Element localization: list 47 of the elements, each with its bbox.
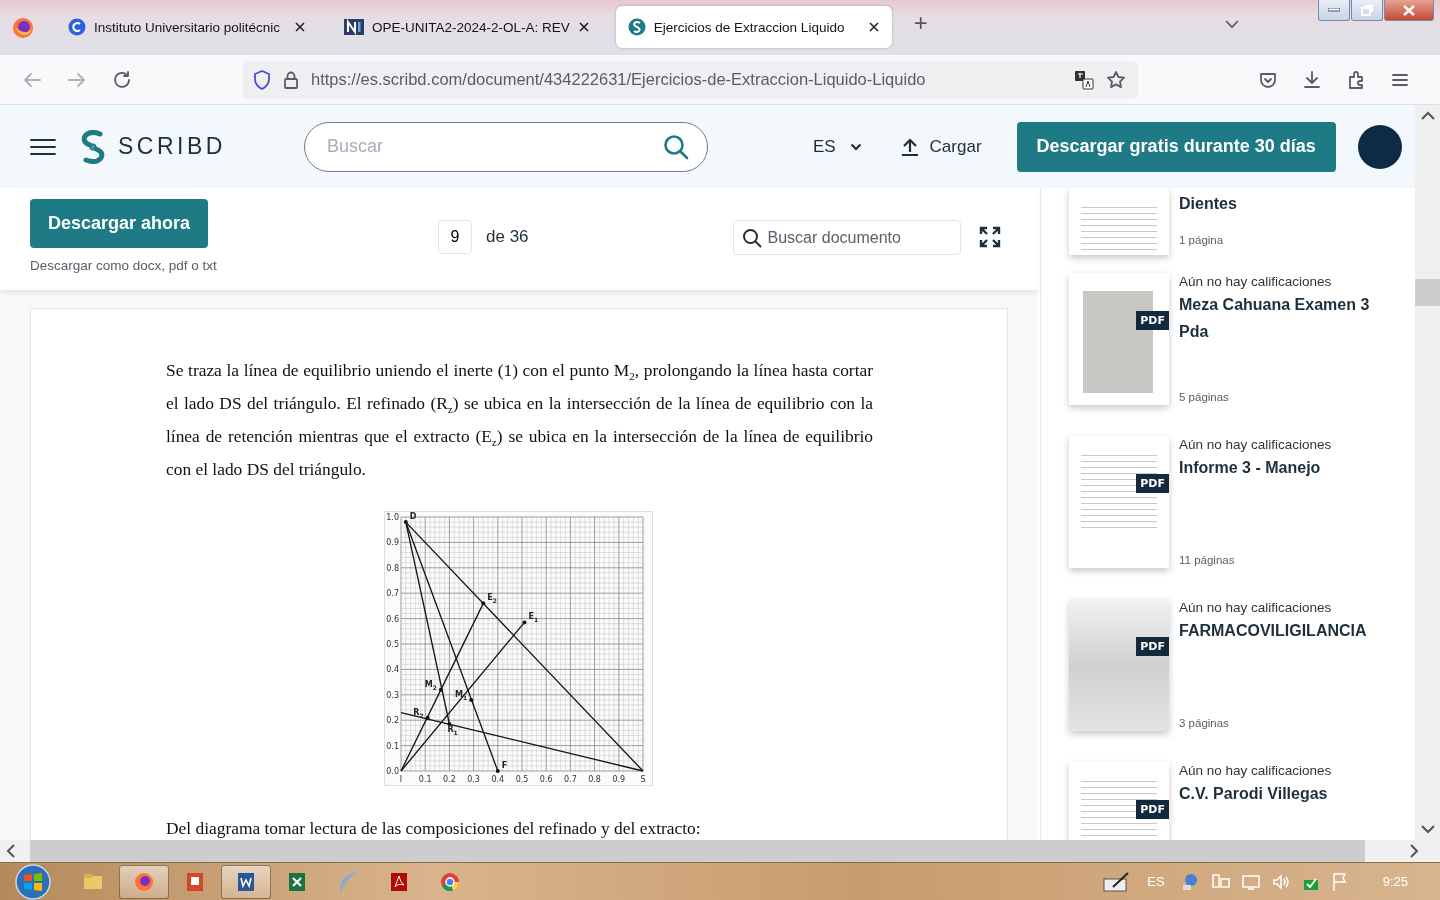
rating-text: Aún no hay calificaciones <box>1179 600 1333 615</box>
tick-label: I <box>399 775 403 784</box>
tick-label: 0.3 <box>386 690 399 700</box>
point-label: D <box>409 512 417 522</box>
page-count: 1 página <box>1179 234 1225 246</box>
point-label: M$_{2}$ <box>424 679 437 691</box>
point-label: E$_{2}$ <box>487 593 497 604</box>
tick-label: 0.6 <box>539 775 553 784</box>
paragraph: Se traza la línea de equilibrio uniendo el inerte (1) con el punto M$_{2}$, prolongando la línea hasta cortar el lado DS del triángulo. El refinado (R$_{z}$) se ubica en la intersección de la línea de equilibrio con la línea de retención mientras que el extracto (E$_{z}$) se ubica en la intersección de la línea de equilibrio con el lado DS del triángulo. <box>166 359 873 481</box>
file-type-badge: PDF <box>1136 474 1169 493</box>
clock: 9:25 <box>1382 874 1408 889</box>
point-label: E$_{1}$ <box>528 612 539 623</box>
file-type-badge: PDF <box>1136 311 1169 330</box>
point-label: R$_{2}$ <box>413 707 424 719</box>
tick-label: 0.2 <box>386 716 399 726</box>
rating-text: Aún no hay calificaciones <box>1179 274 1333 289</box>
point-label: F <box>501 761 508 770</box>
tick-label: 0.3 <box>467 775 480 784</box>
point-label: M$_{1}$ <box>455 689 468 701</box>
rating-text: Aún no hay calificaciones <box>1179 437 1333 452</box>
tick-label: 0.2 <box>443 775 456 784</box>
page-count: 3 páginas <box>1179 717 1230 729</box>
tick-label: 0.7 <box>564 775 577 784</box>
page-count: 11 páginas <box>1179 554 1236 566</box>
tick-label: 0.7 <box>386 589 399 599</box>
tick-label: 0.9 <box>612 775 626 784</box>
tick-label: 0.9 <box>386 538 399 548</box>
tick-label: 0.1 <box>386 741 399 751</box>
tick-label: S <box>640 775 646 784</box>
tick-label: 0.0 <box>386 767 399 776</box>
tick-label: 0.5 <box>386 640 399 649</box>
page-count: de 36 <box>486 227 529 247</box>
tick-label: 0.8 <box>386 563 399 573</box>
tick-label: 0.8 <box>588 775 601 784</box>
tick-label: 1.0 <box>386 513 399 522</box>
tick-label: 0.6 <box>386 614 399 624</box>
file-type-badge: PDF <box>1136 800 1169 819</box>
file-type-badge: PDF <box>1136 637 1169 656</box>
point-label: R$_{1}$ <box>447 725 458 736</box>
page-count: 5 páginas <box>1179 391 1230 403</box>
tick-label: 0.4 <box>386 665 399 675</box>
download-formats-text: Descargar como docx, pdf o txt <box>30 258 218 273</box>
tick-label: 0.5 <box>515 775 529 784</box>
rating-text: Aún no hay calificaciones <box>1179 763 1333 778</box>
paragraph: Del diagrama tomar lectura de las composiciones del refinado y del extracto: <box>166 818 702 839</box>
tick-label: 0.1 <box>418 775 432 784</box>
tick-label: 0.4 <box>491 775 505 784</box>
